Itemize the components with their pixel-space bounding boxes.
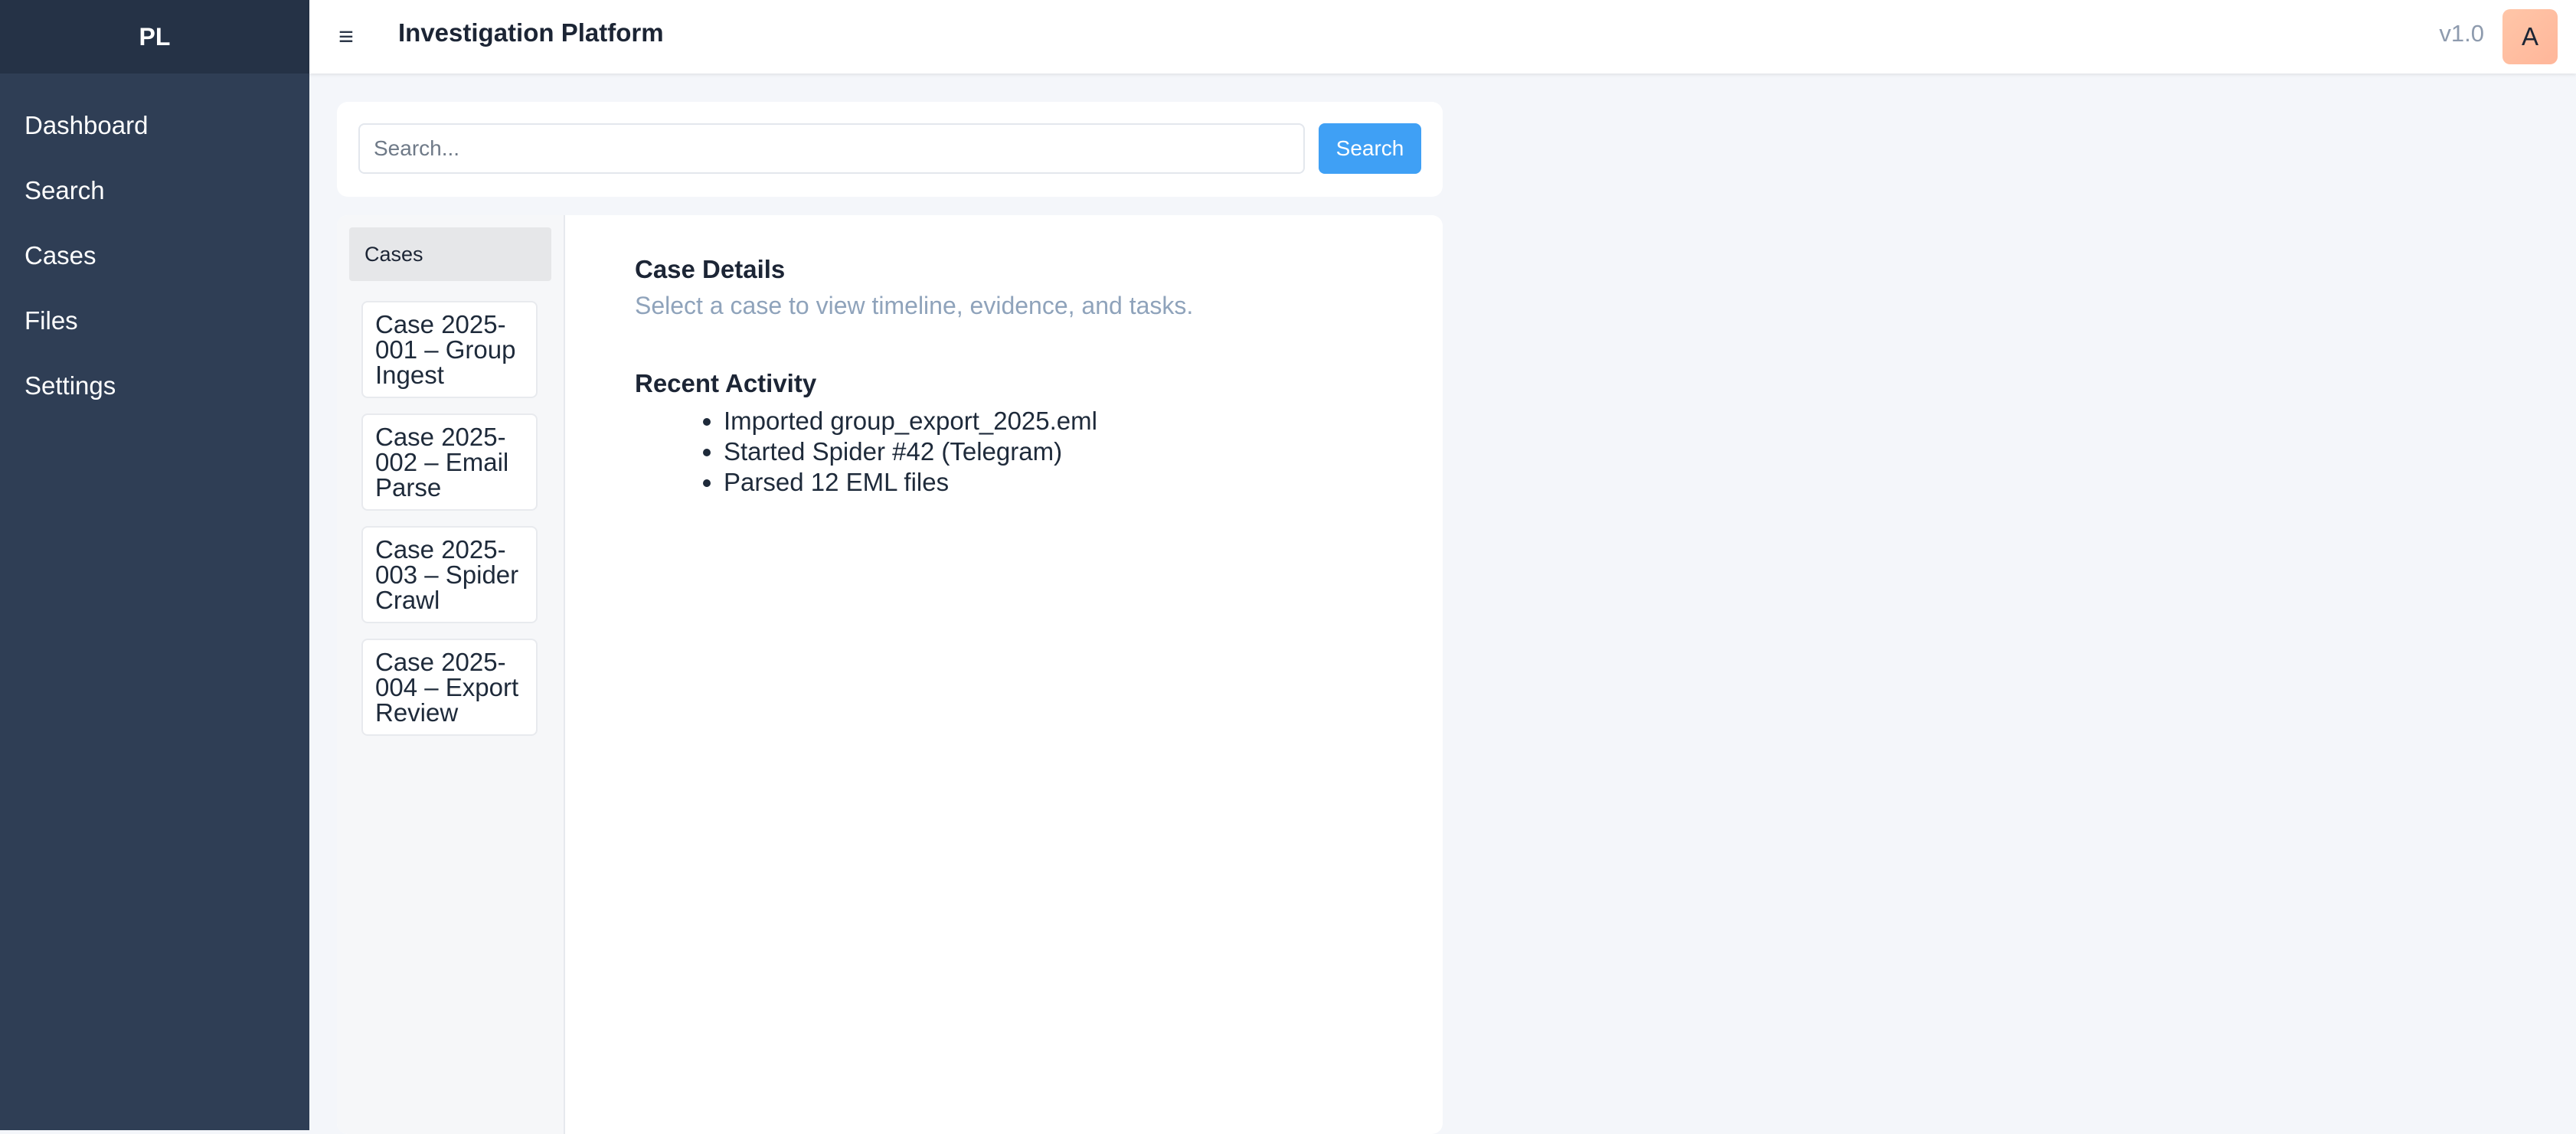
search-panel: Search	[337, 102, 1443, 197]
content-card: Cases Case 2025-001 – Group Ingest Case …	[337, 215, 1443, 1134]
sidebar-nav: Dashboard Search Cases Files Settings	[0, 74, 309, 436]
case-details-panel: Case Details Select a case to view timel…	[635, 255, 1193, 498]
case-list-header: Cases	[349, 227, 551, 281]
search-button[interactable]: Search	[1319, 123, 1421, 174]
sidebar-item-dashboard[interactable]: Dashboard	[0, 110, 309, 175]
top-header: ≡ Investigation Platform v1.0 A	[309, 0, 2576, 74]
version-label: v1.0	[2439, 20, 2484, 47]
avatar[interactable]: A	[2502, 9, 2558, 64]
case-item-2025-001[interactable]: Case 2025-001 – Group Ingest	[361, 301, 538, 398]
case-details-title: Case Details	[635, 255, 786, 283]
case-item-2025-004[interactable]: Case 2025-004 – Export Review	[361, 639, 538, 736]
activity-item: Imported group_export_2025.eml	[724, 406, 1193, 436]
page-title: Investigation Platform	[398, 18, 664, 47]
case-item-2025-002[interactable]: Case 2025-002 – Email Parse	[361, 413, 538, 511]
recent-activity-list: Imported group_export_2025.eml Started S…	[635, 406, 1193, 498]
case-item-2025-003[interactable]: Case 2025-003 – Spider Crawl	[361, 526, 538, 623]
sidebar-item-cases[interactable]: Cases	[0, 240, 309, 306]
case-list: Cases Case 2025-001 – Group Ingest Case …	[337, 215, 565, 1134]
recent-activity-title: Recent Activity	[635, 369, 817, 397]
brand-logo[interactable]: PL	[0, 0, 309, 74]
activity-item: Started Spider #42 (Telegram)	[724, 436, 1193, 467]
sidebar: PL Dashboard Search Cases Files Settings	[0, 0, 309, 1130]
activity-item: Parsed 12 EML files	[724, 467, 1193, 498]
search-input[interactable]	[358, 123, 1305, 174]
sidebar-item-search[interactable]: Search	[0, 175, 309, 240]
sidebar-item-files[interactable]: Files	[0, 306, 309, 371]
sidebar-item-settings[interactable]: Settings	[0, 371, 309, 436]
case-details-subtitle: Select a case to view timeline, evidence…	[635, 292, 1194, 319]
menu-icon[interactable]: ≡	[332, 20, 360, 54]
